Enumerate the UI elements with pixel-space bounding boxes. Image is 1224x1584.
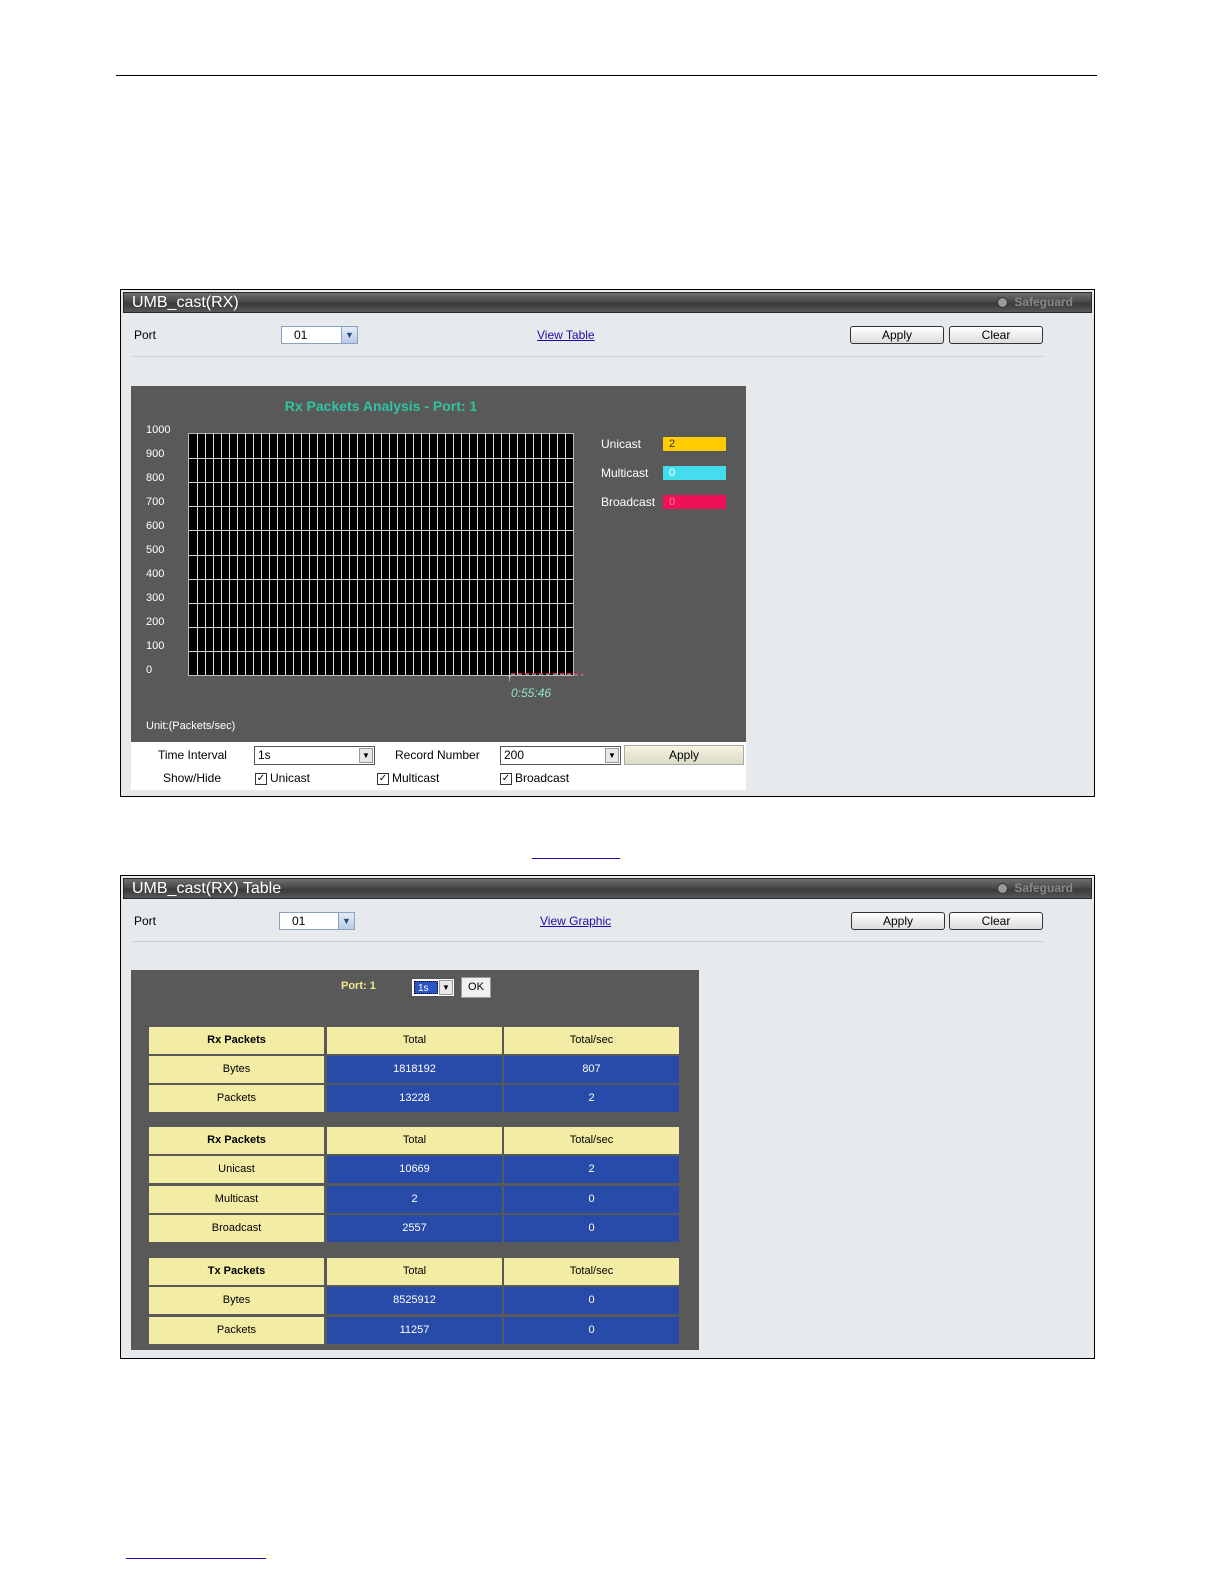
table-header-cell: Total/sec [504,1127,679,1154]
clear-button[interactable]: Clear [949,912,1043,930]
chart-apply-button[interactable]: Apply [624,745,744,765]
refresh-interval-select[interactable]: 1s ▼ [411,978,455,997]
x-time-label: 0:55:46 [511,686,552,700]
panel-title-bar: UMB_cast(RX) Safeguard [123,292,1092,313]
table-header-cell: Rx Packets [149,1127,324,1154]
unicast-checkbox-label: Unicast [270,771,311,785]
record-number-select[interactable]: 200 ▼ [500,746,621,765]
table-cell: 11257 [327,1317,502,1344]
table-cell: 2 [504,1156,679,1183]
legend-broadcast-value: 0 [663,495,726,509]
table-cell: 2 [504,1085,679,1112]
table-header-cell: Total/sec [504,1258,679,1285]
chevron-down-icon: ▼ [341,327,357,343]
footer-underline [126,1558,266,1559]
umb-cast-rx-table-panel: UMB_cast(RX) Table Safeguard Port 01 ▼ V… [120,875,1095,1359]
divider [133,941,1043,942]
umb-cast-rx-panel: UMB_cast(RX) Safeguard Port 01 ▼ View Ta… [120,289,1095,797]
port-select-value: 01 [294,328,308,342]
table-header-cell: Total [327,1127,502,1154]
unicast-checkbox[interactable]: ✓ [255,773,267,785]
ok-button[interactable]: OK [461,977,491,998]
table-header-cell: Total [327,1258,502,1285]
table-header-cell: Total [327,1027,502,1054]
safeguard-icon [997,883,1009,895]
row-label: Multicast [149,1186,324,1213]
row-label: Unicast [149,1156,324,1183]
table-cell: 807 [504,1056,679,1083]
time-interval-value: 1s [258,748,271,762]
port-label: Port [134,914,157,928]
table-cell: 0 [504,1287,679,1314]
legend-unicast-value: 2 [663,437,726,451]
apply-button[interactable]: Apply [850,326,944,344]
port-select[interactable]: 01 ▼ [279,912,355,930]
show-hide-label: Show/Hide [163,771,222,785]
time-interval-select[interactable]: 1s ▼ [254,746,375,765]
safeguard-label: Safeguard [1014,295,1073,309]
safeguard-icon [997,297,1009,309]
chevron-down-icon: ▼ [439,980,453,995]
broadcast-checkbox-label: Broadcast [515,771,570,785]
panel-title: UMB_cast(RX) [132,294,239,311]
table-header-cell: Total/sec [504,1027,679,1054]
record-number-value: 200 [504,748,525,762]
table-header-cell: Tx Packets [149,1258,324,1285]
port-label: Port [134,328,157,342]
table-header-cell: Rx Packets [149,1027,324,1054]
panel-title: UMB_cast(RX) Table [132,880,282,897]
chevron-down-icon: ▼ [338,913,354,929]
view-table-link[interactable]: View Table [537,328,595,342]
table-cell: 2 [327,1186,502,1213]
table-cell: 10669 [327,1156,502,1183]
table-cell: 0 [504,1317,679,1344]
legend-multicast-value: 0 [663,466,726,480]
port-select[interactable]: 01 ▼ [281,326,358,344]
table-cell: 13228 [327,1085,502,1112]
chevron-down-icon: ▼ [605,748,619,763]
statistics-table-box: Port: 1 1s ▼ OK Rx Packets Total Total/s… [131,970,699,1350]
refresh-interval-value: 1s [414,981,438,994]
row-label: Broadcast [149,1215,324,1242]
table-cell: 2557 [327,1215,502,1242]
unit-label: Unit:(Packets/sec) [146,720,236,732]
page-top-rule [116,75,1097,76]
time-interval-label: Time Interval [158,748,227,762]
divider [133,356,1043,357]
apply-button[interactable]: Apply [851,912,945,930]
port-heading: Port: 1 [341,980,376,992]
row-label: Packets [149,1317,324,1344]
multicast-checkbox[interactable]: ✓ [377,773,389,785]
table-cell: 0 [504,1215,679,1242]
legend-unicast-label: Unicast [601,437,642,451]
table-cell: 0 [504,1186,679,1213]
legend-multicast-label: Multicast [601,466,649,480]
legend-broadcast-label: Broadcast [601,495,656,509]
table-cell: 1818192 [327,1056,502,1083]
multicast-checkbox-label: Multicast [392,771,440,785]
view-graphic-link[interactable]: View Graphic [540,914,611,928]
safeguard-indicator: Safeguard [997,882,1073,895]
row-label: Bytes [149,1056,324,1083]
broadcast-checkbox[interactable]: ✓ [500,773,512,785]
row-label: Packets [149,1085,324,1112]
panel-title-bar: UMB_cast(RX) Table Safeguard [123,878,1092,899]
underline-mark [532,858,620,859]
arrow-up-icon: ↑ [507,673,512,684]
rx-packets-chart: Rx Packets Analysis - Port: 1 1000 900 8… [131,386,746,742]
row-label: Bytes [149,1287,324,1314]
chevron-down-icon: ▼ [359,748,373,763]
chart-controls: Time Interval 1s ▼ Record Number 200 ▼ A… [131,742,746,790]
series-overlay [511,673,583,676]
safeguard-label: Safeguard [1014,881,1073,895]
port-select-value: 01 [292,914,306,928]
record-number-label: Record Number [395,748,480,762]
safeguard-indicator: Safeguard [997,296,1073,309]
table-cell: 8525912 [327,1287,502,1314]
clear-button[interactable]: Clear [949,326,1043,344]
